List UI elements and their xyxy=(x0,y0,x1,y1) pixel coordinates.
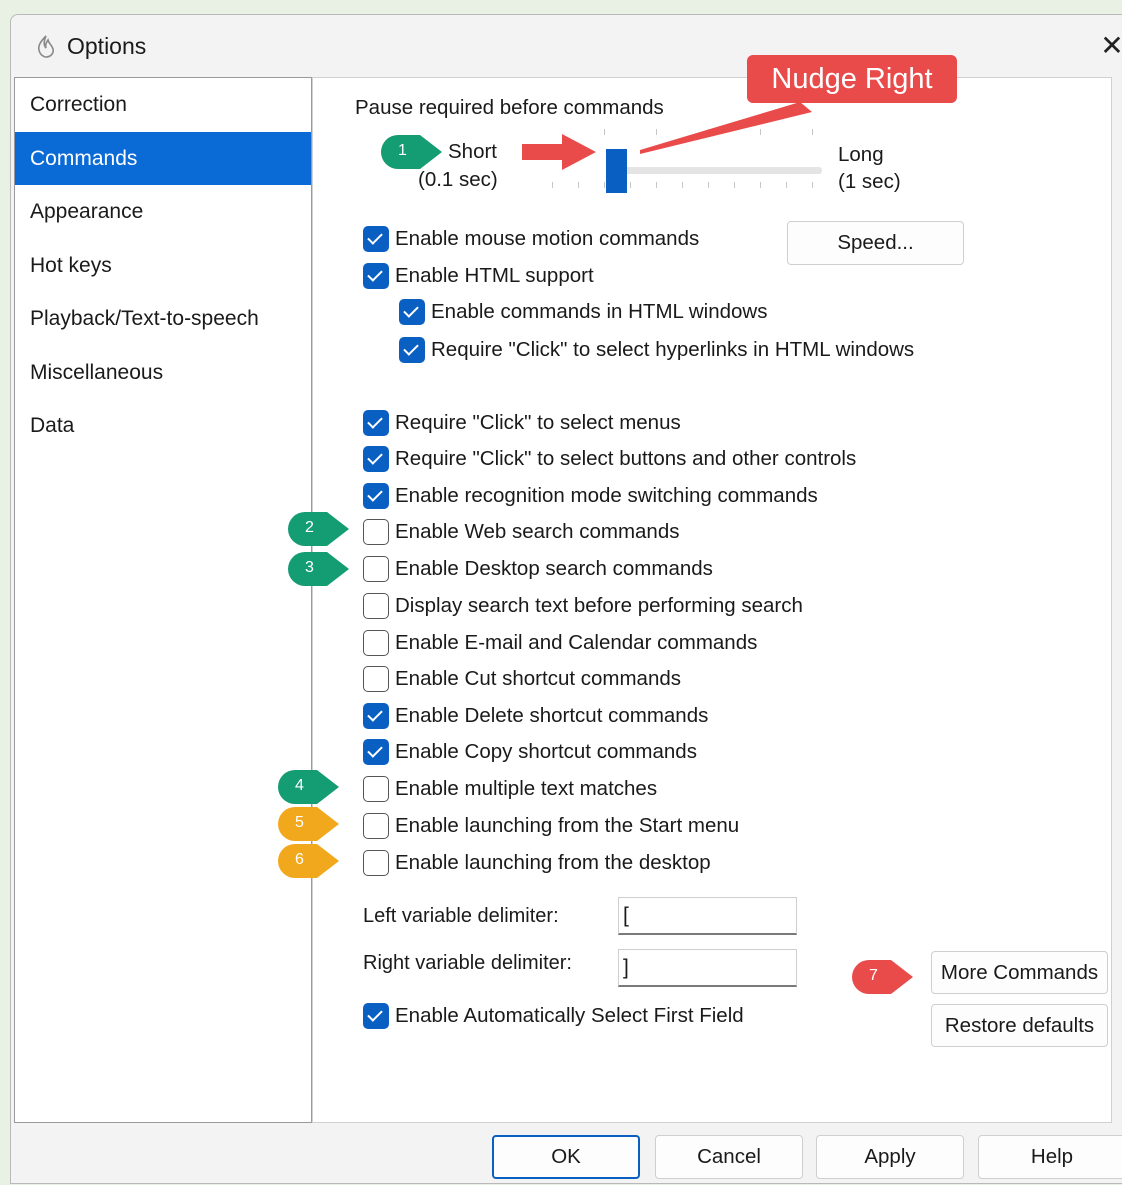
marker-2-number: 2 xyxy=(305,519,314,536)
marker-1-number: 1 xyxy=(398,142,407,159)
marker-3 xyxy=(288,552,349,586)
marker-6 xyxy=(278,844,339,878)
marker-3-number: 3 xyxy=(305,559,314,576)
marker-6-number: 6 xyxy=(295,851,304,868)
marker-4-number: 4 xyxy=(295,777,304,794)
marker-1 xyxy=(381,135,442,169)
marker-2 xyxy=(288,512,349,546)
marker-4 xyxy=(278,770,339,804)
callout-arrow xyxy=(640,102,812,154)
marker-5 xyxy=(278,807,339,841)
marker-5-number: 5 xyxy=(295,814,304,831)
marker-7-number: 7 xyxy=(869,967,878,984)
callout-text: Nudge Right xyxy=(771,63,933,95)
marker-7 xyxy=(852,960,913,994)
annotation-layer xyxy=(522,55,957,170)
red-arrow xyxy=(522,134,596,170)
